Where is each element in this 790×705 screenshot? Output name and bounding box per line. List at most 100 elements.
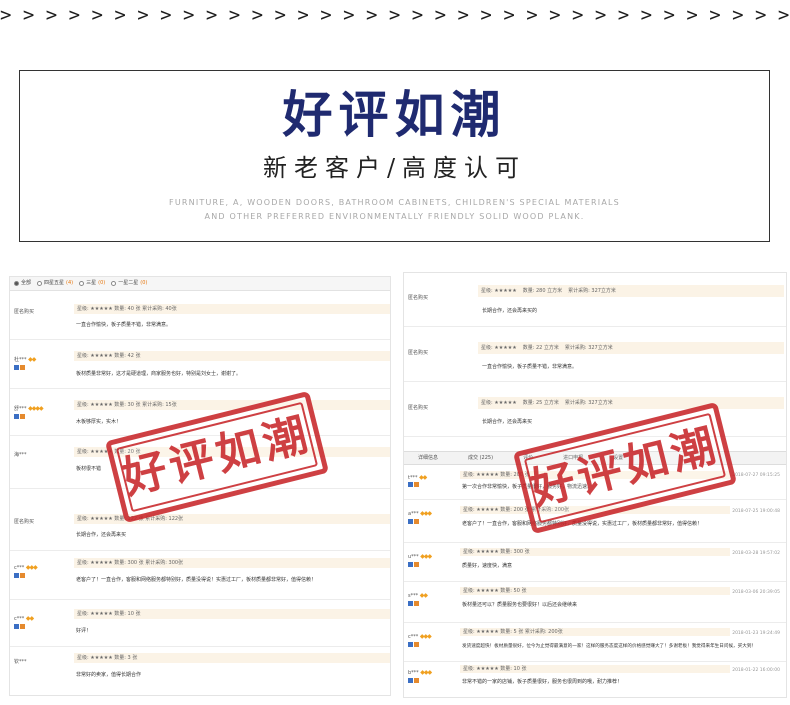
review-row: 匿名购买 星级: ★★★★★ 数量: 40 张 累计采购: 40张 一直合作愉快…: [10, 292, 390, 340]
review-row: b*** ◆◆◆ 星级: ★★★★★ 数量: 10 张 2018-01-22 1…: [404, 663, 786, 697]
review-meta: 星级: ★★★★★ 数量: 300 张 累计采购: 300张: [74, 558, 390, 568]
review-meta: 星级: ★★★★★ 数量: 22 立方米 累计采购: 327立方米: [478, 342, 784, 354]
reviewer-name: s*** ◆◆: [408, 592, 428, 599]
review-filter-bar: 全部 四星五星 (4) 三星 (0) 一星二星 (0): [10, 277, 390, 291]
review-meta: 星级: ★★★★★ 数量: 40 张 累计采购: 40张: [74, 304, 390, 314]
buyer-level-icon: ◆◆◆◆: [28, 405, 44, 412]
review-text: 好评！: [76, 628, 92, 634]
reviewer-name: 舒*** ◆◆◆◆: [14, 405, 44, 412]
review-date: 2018-01-22 16:00:00: [732, 668, 780, 673]
review-text: 一直合作愉快，板子质量不错，非常满意。: [482, 364, 578, 370]
banner-title: 好评如潮: [282, 86, 507, 144]
review-row: 钦*** 星级: ★★★★★ 数量: 3 张 非常好的卖家，值得长期合作: [10, 648, 390, 695]
verified-icon: [408, 601, 413, 606]
review-text: 木板够厚实，实木！: [76, 419, 122, 425]
decorative-arrow-divider: > > > > > > > > > > > > > > > > > > > > …: [0, 4, 790, 26]
review-row: u*** ◆◆◆ 星级: ★★★★★ 数量: 300 张 2018-03-28 …: [404, 544, 786, 582]
review-date: 2018-03-28 19:57:02: [732, 551, 780, 556]
banner-subtitle: 新老客户/高度认可: [262, 154, 527, 182]
radio-icon[interactable]: [14, 281, 19, 286]
reviewer-name: t*** ◆◆: [408, 474, 427, 481]
reviewer-name: c*** ◆◆◆: [14, 564, 38, 571]
filter-3-star[interactable]: 三星 (0): [79, 280, 105, 287]
buyer-badges: [14, 624, 25, 629]
headline-banner: 好评如潮 新老客户/高度认可 FURNITURE, A, WOODEN DOOR…: [19, 70, 770, 242]
radio-icon[interactable]: [79, 281, 85, 286]
buyer-level-icon: ◆◆◆: [419, 633, 432, 640]
verified-icon: [408, 519, 413, 524]
review-meta: 星级: ★★★★★ 数量: 280 立方米 累计采购: 327立方米: [478, 285, 784, 297]
verified-icon: [408, 562, 413, 567]
review-row: c*** ◆◆◆ 星级: ★★★★★ 数量: 5 张 累计采购: 200张 20…: [404, 624, 786, 662]
badge-icon: [20, 573, 25, 578]
review-meta: 星级: ★★★★★ 数量: 42 张: [74, 351, 390, 361]
review-row: c*** ◆◆ 星级: ★★★★★ 数量: 10 张 好评！: [10, 601, 390, 647]
reviewer-name: b*** ◆◆◆: [408, 669, 432, 676]
review-row: 匿名购买 星级: ★★★★★ 数量: 22 立方米 累计采购: 327立方米 一直合…: [404, 328, 786, 382]
review-meta: 星级: ★★★★★ 数量: 5 张 累计采购: 200张: [460, 628, 730, 636]
buyer-badges: [408, 642, 419, 647]
buyer-level-icon: ◆◆: [28, 356, 36, 363]
buyer-level-icon: ◆◆◆: [420, 669, 432, 676]
buyer-level-icon: ◆◆: [419, 474, 427, 481]
review-row: 匿名购买 星级: ★★★★★ 数量: 25 立方米 累计采购: 327立方米 长期合…: [404, 383, 786, 437]
verified-icon: [408, 678, 413, 683]
reviewer-name: 匿名购买: [408, 295, 429, 301]
reviewer-name: 钦***: [14, 659, 27, 665]
review-date: 2018-07-25 19:00:48: [732, 509, 780, 514]
buyer-badges: [14, 365, 25, 370]
review-text: 长期合作，还会再来买: [482, 419, 533, 425]
review-date: 2018-07-27 09:15:25: [732, 473, 780, 478]
buyer-badges: [408, 601, 419, 606]
review-date: 2018-01-23 19:24:49: [732, 631, 780, 636]
verified-icon: [14, 414, 19, 419]
badge-icon: [414, 562, 419, 567]
filter-1-2-star[interactable]: 一星二星 (0): [111, 280, 147, 287]
reviewer-name: c*** ◆◆: [14, 615, 34, 622]
buyer-level-icon: ◆◆: [25, 615, 34, 622]
review-date: 2018-03-06 20:39:05: [732, 590, 780, 595]
review-text: 质量好，速度快，满意: [462, 563, 513, 569]
review-text: 板材质量非常好，这才是硬道理，商家服务也好，特别是刘女士，谢谢了。: [76, 371, 242, 377]
review-meta: 星级: ★★★★★ 数量: 50 张: [460, 587, 730, 595]
buyer-badges: [408, 562, 419, 567]
buyer-level-icon: ◆◆◆: [420, 553, 432, 560]
review-text: 老客户了！一直合作，客服和网络服务都特别好，质量没得说！实惠过工厂，板材质量都非…: [76, 577, 317, 583]
badge-icon: [414, 601, 419, 606]
reviewer-name: 杜*** ◆◆: [14, 356, 36, 363]
review-row: s*** ◆◆ 星级: ★★★★★ 数量: 50 张 2018-03-06 20…: [404, 583, 786, 623]
banner-english-line-1: FURNITURE, A, WOODEN DOORS, BATHROOM CAB…: [169, 198, 620, 207]
review-text: 老客户了！一直合作，客服和网络服务都特别好，质量没得说，实惠过工厂，板材质量都非…: [462, 521, 703, 527]
review-meta: 星级: ★★★★★ 数量: 25 立方米 累计采购: 327立方米: [478, 397, 784, 409]
verified-icon: [14, 365, 19, 370]
verified-icon: [14, 624, 19, 629]
radio-icon[interactable]: [37, 281, 43, 286]
review-meta: 星级: ★★★★★ 数量: 122 张 累计采购: 122张: [74, 514, 390, 524]
tab-detail[interactable]: 详细信息: [418, 455, 438, 462]
review-text: 长期合作，还会再来买: [76, 532, 127, 538]
review-row: c*** ◆◆◆ 星级: ★★★★★ 数量: 300 张 累计采购: 300张 …: [10, 552, 390, 600]
reviewer-name: 匿名购买: [408, 405, 429, 411]
review-text: 发货速度超快！板材质量很好，位今为止觉得最满意的一家！这样的服务态度这样的价格感…: [462, 644, 757, 649]
reviewer-name: 匿名购买: [14, 309, 35, 315]
badge-icon: [414, 678, 419, 683]
buyer-badges: [14, 573, 25, 578]
buyer-level-icon: ◆◆◆: [420, 510, 432, 517]
radio-icon[interactable]: [111, 281, 117, 286]
filter-all[interactable]: 全部: [14, 280, 31, 287]
reviewer-name: 海***: [14, 452, 27, 458]
reviewer-name: a*** ◆◆◆: [408, 510, 432, 517]
reviewer-name: u*** ◆◆◆: [408, 553, 432, 560]
verified-icon: [14, 573, 19, 578]
badge-icon: [20, 414, 25, 419]
verified-icon: [408, 482, 413, 487]
badge-icon: [20, 624, 25, 629]
buyer-level-icon: ◆◆: [419, 592, 428, 599]
review-row: 杜*** ◆◆ 星级: ★★★★★ 数量: 42 张 板材质量非常好，这才是硬道…: [10, 341, 390, 389]
buyer-badges: [14, 414, 25, 419]
verified-icon: [408, 642, 413, 647]
reviewer-name: 匿名购买: [14, 519, 35, 525]
review-meta: 星级: ★★★★★ 数量: 10 张: [460, 665, 730, 673]
tab-deals[interactable]: 成交 (225): [468, 455, 493, 462]
filter-4-5-star[interactable]: 四星五星 (4): [37, 280, 73, 287]
